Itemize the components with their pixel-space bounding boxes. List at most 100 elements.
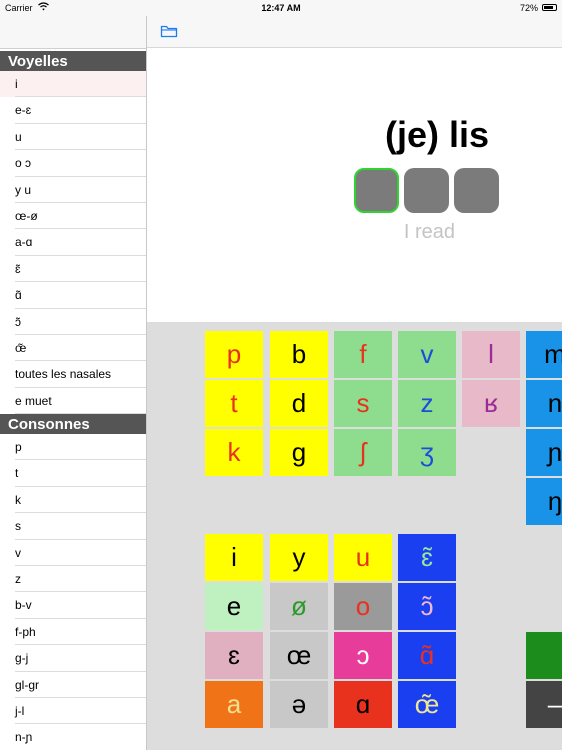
sidebar-item-consonant[interactable]: p xyxy=(0,434,146,461)
key-label: m xyxy=(544,339,562,369)
key-label: v xyxy=(420,339,434,369)
translation-text: I read xyxy=(403,221,455,243)
vowel-key[interactable]: ɛ xyxy=(205,632,263,679)
sidebar-item-vowel[interactable]: toutes les nasales xyxy=(0,361,146,389)
vowel-key[interactable]: a xyxy=(205,681,263,728)
vowel-key[interactable]: ɔ̃ xyxy=(398,583,456,630)
navigation-bar xyxy=(147,16,562,48)
consonant-key[interactable]: n xyxy=(526,380,562,427)
key-label: f xyxy=(359,339,367,369)
sidebar: Voyelles i e-ɛ u o ɔy u œ-ø a-ɑ ɛ̃ ɑ̃ ɔ̃ œ̃ toutes… xyxy=(0,16,147,750)
sidebar-item-vowel[interactable]: y u xyxy=(0,177,146,204)
vowel-key[interactable]: e xyxy=(205,583,263,630)
consonant-key[interactable]: ʒ xyxy=(398,429,456,476)
consonant-key[interactable]: ʁ xyxy=(462,380,520,427)
key-label: ŋ xyxy=(547,486,562,516)
vowel-key[interactable]: ə xyxy=(270,681,328,728)
consonant-key[interactable]: m xyxy=(526,331,562,378)
key-label: ø xyxy=(291,591,307,621)
vowel-key[interactable]: ɑ̃ xyxy=(398,632,456,679)
key-label: ɔ xyxy=(356,640,370,670)
key-label: ɑ xyxy=(355,689,371,719)
key-label: ə xyxy=(291,689,307,719)
sidebar-item-consonant[interactable]: f-ph xyxy=(0,619,146,646)
folder-icon[interactable] xyxy=(160,23,178,39)
sidebar-item-consonant[interactable]: v xyxy=(0,540,146,567)
consonant-key[interactable]: ŋ xyxy=(526,478,562,525)
key-label: k xyxy=(227,437,241,467)
sidebar-toolbar xyxy=(0,16,146,49)
key-label: d xyxy=(291,388,307,418)
consonant-key[interactable]: v xyxy=(398,331,456,378)
sidebar-item-vowel[interactable]: ɑ̃ xyxy=(0,282,146,309)
sidebar-item-consonant[interactable]: z xyxy=(0,566,146,593)
clock: 12:47 AM xyxy=(261,3,301,13)
sidebar-item-vowel[interactable]: œ-ø xyxy=(0,203,146,230)
vowel-key[interactable]: o xyxy=(334,583,392,630)
sidebar-item-vowel[interactable]: e muet xyxy=(0,388,146,415)
phoneme-keyboard: p b f v l m t d s z ʁ n k g ʃ ʒ ɲ ŋ i y u ɛ̃ e ø o ɔ̃ ɛ œ ɔ ɑ̃ a ə ɑ œ̃ – xyxy=(147,322,562,750)
vowel-key[interactable]: u xyxy=(334,534,392,581)
sidebar-item-consonant[interactable]: gl-gr xyxy=(0,672,146,699)
vowel-key[interactable]: i xyxy=(205,534,263,581)
key-label: ɛ xyxy=(228,640,240,670)
key-label: y xyxy=(292,542,306,572)
key-label: ɲ xyxy=(547,437,562,467)
sidebar-item-vowel[interactable]: a-ɑ xyxy=(0,229,146,257)
dash-key[interactable]: – xyxy=(526,681,562,728)
sidebar-item-consonant[interactable]: b-v xyxy=(0,592,146,620)
key-label: – xyxy=(547,689,562,719)
sidebar-item-consonant[interactable]: n-ɲ xyxy=(0,724,146,750)
sidebar-item-consonant[interactable]: g-j xyxy=(0,645,146,672)
consonant-key[interactable]: s xyxy=(334,380,392,427)
sidebar-item-consonant[interactable]: t xyxy=(0,460,146,488)
key-label: ʁ xyxy=(483,388,499,418)
vowel-list: i e-ɛ u o ɔy u œ-ø a-ɑ ɛ̃ ɑ̃ ɔ̃ œ̃ toutes les nasa… xyxy=(0,71,146,415)
consonant-key[interactable]: ɲ xyxy=(526,429,562,476)
sidebar-item-vowel[interactable]: ɔ̃ xyxy=(0,309,146,336)
key-label: n xyxy=(547,388,562,418)
sidebar-item-vowel[interactable]: œ̃ xyxy=(0,335,146,362)
key-label: l xyxy=(488,339,494,369)
sidebar-item-vowel[interactable]: i xyxy=(0,71,146,98)
sidebar-item-vowel[interactable]: ɛ̃ xyxy=(0,256,146,283)
vowel-key[interactable]: ø xyxy=(270,583,328,630)
key-label: z xyxy=(420,388,434,418)
sidebar-item-vowel[interactable]: o ɔ xyxy=(0,150,146,177)
key-label: œ xyxy=(286,640,312,670)
consonant-key[interactable]: g xyxy=(270,429,328,476)
consonant-key[interactable]: z xyxy=(398,380,456,427)
word-text: (je) lis xyxy=(384,114,489,155)
key-label: ɔ̃ xyxy=(420,591,434,621)
syllable-box-1[interactable] xyxy=(354,168,399,213)
green-key[interactable] xyxy=(526,632,562,679)
consonant-key[interactable]: f xyxy=(334,331,392,378)
vowel-key[interactable]: œ xyxy=(270,632,328,679)
consonant-key[interactable]: l xyxy=(462,331,520,378)
syllable-box-3[interactable] xyxy=(454,168,499,213)
battery-percent: 72% xyxy=(519,3,538,13)
sidebar-item-consonant[interactable]: s xyxy=(0,513,146,541)
consonant-key[interactable]: d xyxy=(270,380,328,427)
vowel-key[interactable]: ɔ xyxy=(334,632,392,679)
vowel-key[interactable]: y xyxy=(270,534,328,581)
key-label: t xyxy=(230,388,238,418)
consonant-key[interactable]: ʃ xyxy=(334,429,392,476)
sidebar-item-consonant[interactable]: k xyxy=(0,487,146,514)
sidebar-item-vowel[interactable]: e-ɛ xyxy=(0,97,146,125)
sidebar-item-consonant[interactable]: j-l xyxy=(0,698,146,725)
section-header-consonants: Consonnes xyxy=(0,414,146,435)
main-panel: (je) lis I read p b f v l m t d s z ʁ n k g ʃ ʒ ɲ ŋ i y u ɛ̃ e… xyxy=(147,16,562,750)
vowel-key[interactable]: ɛ̃ xyxy=(398,534,456,581)
consonant-key[interactable]: k xyxy=(205,429,263,476)
consonant-key[interactable]: b xyxy=(270,331,328,378)
vowel-key[interactable]: ɑ xyxy=(334,681,392,728)
syllable-box-2[interactable] xyxy=(404,168,449,213)
sidebar-item-vowel[interactable]: u xyxy=(0,124,146,151)
consonant-key[interactable]: t xyxy=(205,380,263,427)
consonant-key[interactable]: p xyxy=(205,331,263,378)
key-label: ɑ̃ xyxy=(419,640,435,670)
key-label: s xyxy=(356,388,370,418)
vowel-key[interactable]: œ̃ xyxy=(398,681,456,728)
key-label: ɛ̃ xyxy=(421,542,433,572)
